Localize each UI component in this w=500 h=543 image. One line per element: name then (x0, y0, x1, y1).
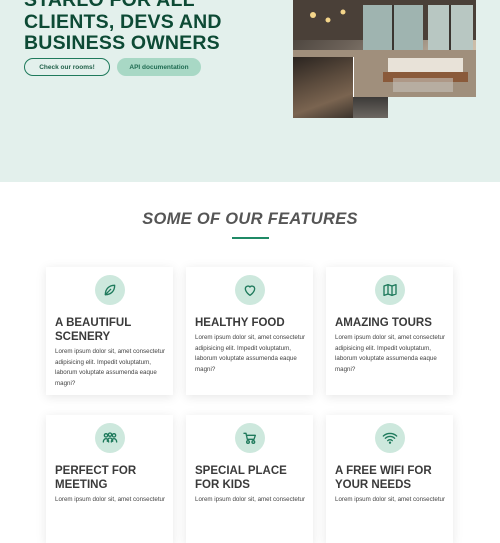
leaf-icon (95, 275, 125, 305)
people-icon (95, 423, 125, 453)
heart-icon (235, 275, 265, 305)
feature-card-text: Lorem ipsum dolor sit, amet consectetur … (55, 348, 166, 387)
feature-card-scenery: A BEAUTIFUL SCENERY Lorem ipsum dolor si… (46, 267, 173, 395)
title-divider (232, 237, 269, 239)
stroller-icon (235, 423, 265, 453)
feature-card-text: Lorem ipsum dolor sit, amet consectetur (195, 496, 306, 503)
feature-card-title: A BEAUTIFUL SCENERY (55, 317, 132, 343)
check-rooms-button[interactable]: Check our rooms! (24, 58, 110, 76)
feature-card-title: AMAZING TOURS (335, 317, 432, 329)
hero-title-line-3: BUSINESS OWNERS (24, 32, 220, 54)
feature-card-title: PERFECT FOR MEETING (55, 465, 137, 491)
feature-card-text: Lorem ipsum dolor sit, amet consectetur (335, 496, 446, 503)
feature-card-wifi: A FREE WIFI FOR YOUR NEEDS Lorem ipsum d… (326, 415, 453, 543)
hero-section: STARLO FOR ALL CLIENTS, DEVS AND BUSINES… (0, 0, 500, 182)
feature-card-tours: AMAZING TOURS Lorem ipsum dolor sit, ame… (326, 267, 453, 395)
hero-title-line-2: CLIENTS, DEVS AND (24, 10, 222, 33)
features-title: SOME OF OUR FEATURES (142, 210, 358, 228)
feature-card-food: HEALTHY FOOD Lorem ipsum dolor sit, amet… (186, 267, 313, 395)
feature-card-title: A FREE WIFI FOR YOUR NEEDS (335, 465, 432, 491)
feature-card-title: HEALTHY FOOD (195, 317, 285, 329)
hero-title: STARLO FOR ALL CLIENTS, DEVS AND BUSINES… (24, 0, 294, 55)
lounge-photo (353, 97, 388, 118)
wifi-icon (375, 423, 405, 453)
feature-card-text: Lorem ipsum dolor sit, amet consectetur (55, 496, 166, 503)
feature-card-kids: SPECIAL PLACE FOR KIDS Lorem ipsum dolor… (186, 415, 313, 543)
feature-card-text: Lorem ipsum dolor sit, amet consectetur … (335, 334, 446, 373)
feature-card-text: Lorem ipsum dolor sit, amet consectetur … (195, 334, 306, 373)
hero-title-line-1: STARLO FOR ALL (24, 0, 195, 11)
feature-card-title: SPECIAL PLACE FOR KIDS (195, 465, 287, 491)
dining-room-photo (293, 57, 354, 118)
api-documentation-button[interactable]: API documentation (117, 58, 201, 76)
map-icon (375, 275, 405, 305)
feature-card-meeting: PERFECT FOR MEETING Lorem ipsum dolor si… (46, 415, 173, 543)
